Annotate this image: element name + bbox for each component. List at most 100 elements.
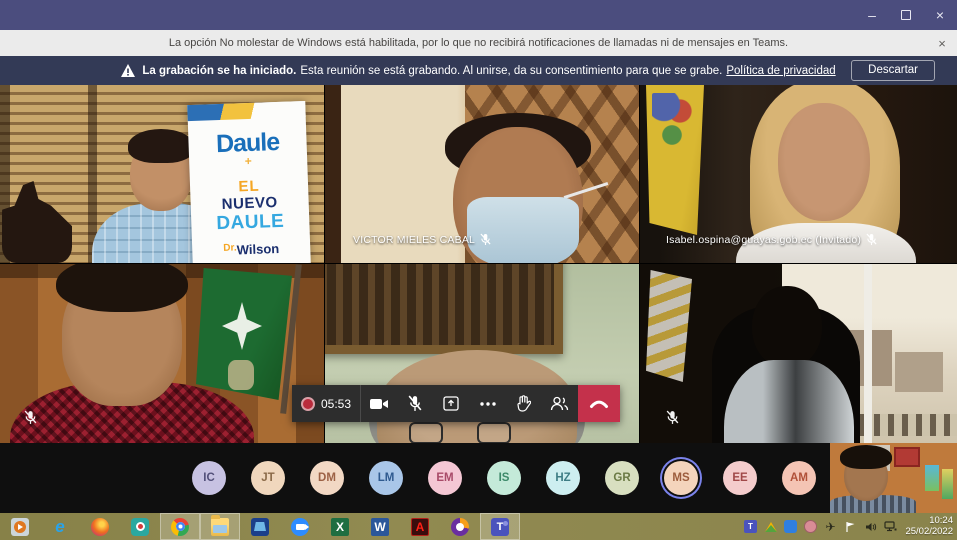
recording-banner-text: Esta reunión se está grabando. Al unirse… — [300, 65, 722, 77]
restore-icon — [901, 10, 911, 20]
dark-app-tray-icon[interactable]: ✈ — [824, 520, 837, 533]
close-icon: × — [936, 7, 944, 23]
participant-avatar-speaking[interactable]: MS — [664, 461, 698, 495]
call-controls-toolbar: 05:53 — [292, 385, 620, 422]
system-tray: T ✈ — [744, 513, 897, 540]
banner-line-daule: DAULE — [191, 210, 310, 236]
mic-muted-icon — [24, 410, 37, 425]
mic-toggle-button[interactable] — [397, 385, 433, 422]
share-screen-icon — [443, 396, 459, 411]
screen-recorder-icon — [131, 518, 149, 536]
participant-avatar[interactable]: DM — [310, 461, 344, 495]
warning-icon — [121, 64, 135, 77]
person-hair — [128, 129, 194, 163]
teams-meeting-window: – × La opción No molestar de Windows est… — [0, 0, 957, 540]
person-hair — [840, 445, 892, 469]
teams-tray-icon[interactable]: T — [744, 520, 757, 533]
participant-avatar[interactable]: AM — [782, 461, 816, 495]
video-grid: Daule + EL NUEVO DAULE Dr.Wilson VICTOR … — [0, 85, 957, 443]
excel-icon: X — [331, 518, 349, 536]
word-icon: W — [371, 518, 389, 536]
mic-muted-icon — [666, 410, 679, 425]
taskbar-clock[interactable]: 10:24 25/02/2022 — [905, 515, 953, 537]
dnd-banner-close-button[interactable]: × — [927, 36, 957, 51]
camera-toggle-button[interactable] — [361, 385, 397, 422]
network-tray-icon[interactable] — [884, 520, 897, 533]
share-screen-button[interactable] — [433, 385, 469, 422]
taskbar-firefox[interactable] — [80, 513, 120, 540]
secure-browser-icon — [451, 518, 469, 536]
wall-poster — [942, 469, 953, 499]
clock-date: 25/02/2022 — [905, 526, 953, 537]
taskbar-zoom[interactable] — [280, 513, 320, 540]
banner-credit-prefix: Dr. — [223, 242, 237, 253]
participant-avatar[interactable]: IS — [487, 461, 521, 495]
flag — [646, 270, 692, 382]
participant-avatar[interactable]: JT — [251, 461, 285, 495]
building — [895, 352, 943, 392]
blue-app-tray-icon[interactable] — [784, 520, 797, 533]
video-tile-isabel[interactable]: Isabel.ospina@guayas.gob.ec (Invitado) — [640, 85, 957, 263]
video-tile-victor[interactable]: VICTOR MIELES CABAL — [325, 85, 639, 263]
framed-relief-artwork — [325, 264, 563, 354]
dismiss-recording-button[interactable]: Descartar — [851, 60, 935, 81]
taskbar-acrobat[interactable]: A — [400, 513, 440, 540]
mic-muted-icon — [480, 233, 491, 246]
clock-time: 10:24 — [905, 515, 953, 526]
taskbar-media-player[interactable] — [0, 513, 40, 540]
windows-taskbar: e X W A T T ✈ 10:24 25/02/2022 — [0, 513, 957, 540]
dnd-notification-banner: La opción No molestar de Windows está ha… — [0, 30, 957, 56]
language-flag-tray-icon[interactable] — [844, 520, 857, 533]
raise-hand-button[interactable] — [506, 385, 542, 422]
daule-logo-mark: + — [189, 152, 307, 170]
recording-banner-bold-text: La grabación se ha iniciado. — [142, 65, 296, 77]
taskbar-chrome[interactable] — [160, 513, 200, 540]
volume-tray-icon[interactable] — [864, 520, 877, 533]
participant-avatar[interactable]: LM — [369, 461, 403, 495]
participant-avatar[interactable]: HZ — [546, 461, 580, 495]
taskbar-secure-browser[interactable] — [440, 513, 480, 540]
privacy-policy-link[interactable]: Política de privacidad — [726, 65, 835, 77]
participant-avatar[interactable]: IC — [192, 461, 226, 495]
horse-statue — [2, 181, 72, 263]
restore-button[interactable] — [889, 0, 923, 30]
more-options-icon — [480, 402, 496, 406]
recording-banner: La grabación se ha iniciado. Esta reunió… — [0, 56, 957, 85]
show-participants-button[interactable] — [542, 385, 578, 422]
self-view-video[interactable] — [830, 443, 957, 513]
google-drive-tray-icon[interactable] — [764, 520, 777, 533]
camera-icon — [369, 397, 389, 411]
participant-name-text: VICTOR MIELES CABAL — [353, 234, 475, 246]
video-tile-backlit-man[interactable] — [640, 264, 957, 443]
avatar-row: IC JT DM LM EM IS HZ GR MS EE AM — [192, 461, 816, 495]
taskbar-excel[interactable]: X — [320, 513, 360, 540]
video-tile-wilson[interactable]: Daule + EL NUEVO DAULE Dr.Wilson — [0, 85, 324, 263]
wall-poster — [894, 447, 920, 467]
zoom-icon — [291, 518, 309, 536]
minimize-icon: – — [868, 7, 876, 23]
participant-avatar[interactable]: EE — [723, 461, 757, 495]
eyeglasses-right-lens — [477, 422, 511, 443]
eyeglasses-left-lens — [409, 422, 443, 443]
taskbar-scanner-app[interactable] — [240, 513, 280, 540]
hang-up-button[interactable] — [578, 385, 620, 422]
pink-app-tray-icon[interactable] — [804, 520, 817, 533]
participant-avatar[interactable]: EM — [428, 461, 462, 495]
close-button[interactable]: × — [923, 0, 957, 30]
teams-icon: T — [491, 518, 509, 536]
recording-indicator: 05:53 — [292, 385, 361, 422]
banner-stripe — [187, 101, 305, 121]
window-frame — [864, 264, 872, 443]
taskbar-teams[interactable]: T — [480, 513, 520, 540]
taskbar-file-explorer[interactable] — [200, 513, 240, 540]
minimize-button[interactable]: – — [855, 0, 889, 30]
video-tile-red-plaid-man[interactable] — [0, 264, 324, 443]
participant-avatar[interactable]: GR — [605, 461, 639, 495]
taskbar-internet-explorer[interactable]: e — [40, 513, 80, 540]
firefox-icon — [91, 518, 109, 536]
taskbar-word[interactable]: W — [360, 513, 400, 540]
participant-name-text: Isabel.ospina@guayas.gob.ec (Invitado) — [666, 234, 861, 246]
raise-hand-icon — [516, 395, 531, 412]
taskbar-screen-recorder[interactable] — [120, 513, 160, 540]
more-options-button[interactable] — [470, 385, 506, 422]
